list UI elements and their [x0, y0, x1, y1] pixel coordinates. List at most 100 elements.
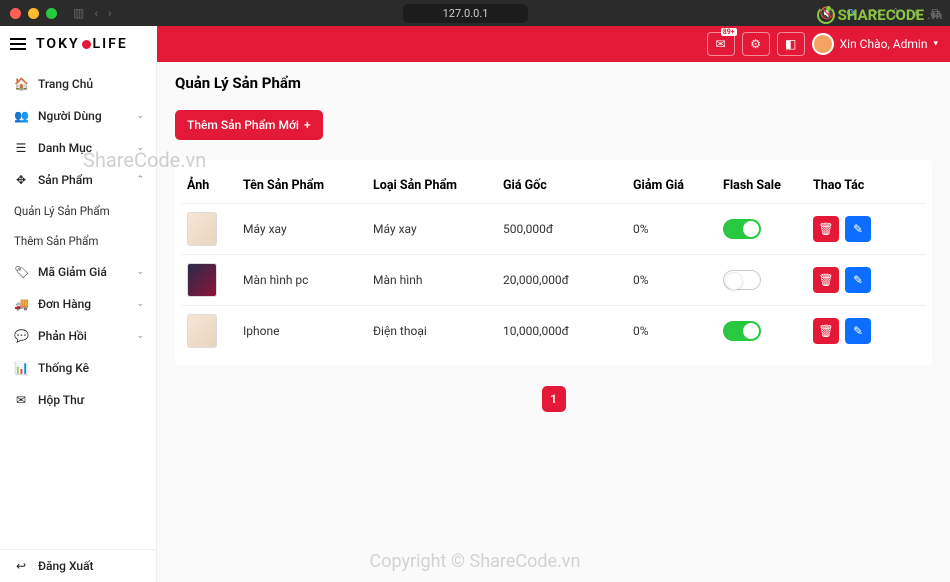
sidebar-item-label: Đơn Hàng — [38, 297, 91, 311]
sidebar-item-label: Hộp Thư — [38, 393, 84, 407]
trash-icon: 🗑 — [818, 324, 833, 338]
add-button-label: Thêm Sản Phẩm Mới — [187, 118, 299, 132]
cell-price: 500,000đ — [497, 204, 627, 255]
chevron-down-icon: ⌄ — [136, 267, 144, 277]
chevron-down-icon: ⌄ — [136, 331, 144, 341]
sidebar-toggle-icon[interactable]: ▥ — [73, 6, 84, 20]
sidebar-subitem-manage-products[interactable]: Quản Lý Sản Phẩm — [0, 196, 156, 226]
spinner-icon — [817, 6, 835, 24]
sidebar-item-home[interactable]: 🏠 Trang Chủ — [0, 68, 156, 100]
flash-sale-toggle[interactable] — [723, 321, 761, 341]
chat-icon: 💬 — [14, 329, 28, 343]
cell-category: Điện thoại — [367, 306, 497, 357]
chevron-down-icon: ⌄ — [136, 299, 144, 309]
truck-icon: 🚚 — [14, 297, 28, 311]
sidebar-item-label: Người Dùng — [38, 109, 102, 123]
back-icon[interactable]: ‹ — [94, 6, 98, 20]
sidebar-item-label: Đăng Xuất — [38, 559, 94, 573]
plus-icon: + — [304, 118, 311, 132]
pagination: 1 — [175, 386, 932, 412]
chevron-up-icon: ⌃ — [136, 175, 144, 185]
logo-dot-icon — [82, 40, 91, 49]
cell-discount: 0% — [627, 204, 717, 255]
col-flash: Flash Sale — [717, 170, 807, 204]
cell-category: Màn hình — [367, 255, 497, 306]
sidebar-item-discounts[interactable]: 🏷 Mã Giảm Giá ⌄ — [0, 256, 156, 288]
flash-sale-toggle[interactable] — [723, 270, 761, 290]
logout-icon: ↩ — [14, 559, 28, 573]
user-menu[interactable]: Xin Chào, Admin ▾ — [812, 33, 938, 55]
bookmark-icon: ◧ — [785, 37, 796, 51]
tag-icon: 🏷 — [14, 265, 28, 279]
user-greeting: Xin Chào, Admin — [840, 37, 928, 51]
edit-button[interactable]: ✎ — [845, 216, 871, 242]
sidebar-item-label: Trang Chủ — [38, 77, 93, 91]
table-row: Màn hình pc Màn hình 20,000,000đ 0% 🗑 ✎ — [181, 255, 926, 306]
sidebar-item-label: Thêm Sản Phẩm — [14, 234, 98, 248]
window-minimize-button[interactable] — [28, 8, 39, 19]
sidebar-subitem-add-product[interactable]: Thêm Sản Phẩm — [0, 226, 156, 256]
sidebar-item-label: Quản Lý Sản Phẩm — [14, 204, 110, 218]
table-row: Máy xay Máy xay 500,000đ 0% 🗑 ✎ — [181, 204, 926, 255]
watermark-mid: ShareCode.vn — [83, 148, 206, 172]
cell-category: Máy xay — [367, 204, 497, 255]
notifications-button[interactable]: ✉ 89+ — [707, 32, 735, 56]
sidebar-item-label: Thống Kê — [38, 361, 89, 375]
sidebar: 🏠 Trang Chủ 👥 Người Dùng ⌄ ☰ Danh Mục ⌄ … — [0, 62, 157, 582]
edit-button[interactable]: ✎ — [845, 318, 871, 344]
sidebar-item-feedback[interactable]: 💬 Phản Hồi ⌄ — [0, 320, 156, 352]
chevron-down-icon: ▾ — [933, 39, 938, 49]
col-image: Ảnh — [181, 170, 237, 204]
flash-sale-toggle[interactable] — [723, 219, 761, 239]
sidebar-item-label: Mã Giảm Giá — [38, 265, 107, 279]
sidebar-item-mailbox[interactable]: ✉ Hộp Thư — [0, 384, 156, 416]
forward-icon[interactable]: › — [108, 6, 112, 20]
settings-button[interactable]: ⚙ — [742, 32, 770, 56]
cell-name: Iphone — [237, 306, 367, 357]
edit-button[interactable]: ✎ — [845, 267, 871, 293]
delete-button[interactable]: 🗑 — [813, 216, 839, 242]
cell-discount: 0% — [627, 255, 717, 306]
add-product-button[interactable]: Thêm Sản Phẩm Mới + — [175, 110, 323, 140]
sidebar-item-orders[interactable]: 🚚 Đơn Hàng ⌄ — [0, 288, 156, 320]
avatar — [812, 33, 834, 55]
sidebar-item-stats[interactable]: 📊 Thống Kê — [0, 352, 156, 384]
delete-button[interactable]: 🗑 — [813, 267, 839, 293]
hamburger-icon[interactable] — [10, 38, 26, 50]
brand-logo[interactable]: TOKY LIFE — [36, 36, 128, 52]
col-name: Tên Sản Phẩm — [237, 170, 367, 204]
watermark-logo: SHARECODE.vn — [817, 6, 942, 24]
window-maximize-button[interactable] — [46, 8, 57, 19]
sidebar-item-users[interactable]: 👥 Người Dùng ⌄ — [0, 100, 156, 132]
window-close-button[interactable] — [10, 8, 21, 19]
watermark-bottom: Copyright © ShareCode.vn — [370, 551, 581, 572]
help-button[interactable]: ◧ — [777, 32, 805, 56]
window-controls — [10, 8, 57, 19]
cell-name: Máy xay — [237, 204, 367, 255]
trash-icon: 🗑 — [818, 273, 833, 287]
product-thumbnail — [187, 212, 217, 246]
delete-button[interactable]: 🗑 — [813, 318, 839, 344]
col-actions: Thao Tác — [807, 170, 926, 204]
cell-discount: 0% — [627, 306, 717, 357]
logo-text-2: LIFE — [93, 36, 128, 52]
home-icon: 🏠 — [14, 77, 28, 91]
products-table-wrap: Ảnh Tên Sản Phẩm Loại Sản Phẩm Giá Gốc G… — [175, 160, 932, 366]
notification-badge: 89+ — [721, 28, 737, 36]
watermark-logo-vn: .vn — [927, 9, 942, 22]
header-bar: ✉ 89+ ⚙ ◧ Xin Chào, Admin ▾ — [157, 26, 950, 62]
url-bar[interactable]: 127.0.0.1 — [403, 4, 529, 23]
edit-icon: ✎ — [853, 222, 863, 236]
logo-area: TOKY LIFE — [0, 26, 157, 62]
sidebar-item-logout[interactable]: ↩ Đăng Xuất — [0, 550, 156, 582]
stack-icon: ☰ — [14, 141, 28, 155]
browser-nav: ▥ ‹ › — [73, 6, 112, 20]
edit-icon: ✎ — [853, 324, 863, 338]
col-discount: Giảm Giá — [627, 170, 717, 204]
chart-icon: 📊 — [14, 361, 28, 375]
trash-icon: 🗑 — [818, 222, 833, 236]
page-button-1[interactable]: 1 — [542, 386, 566, 412]
cell-price: 20,000,000đ — [497, 255, 627, 306]
app-window: TOKY LIFE ✉ 89+ ⚙ ◧ Xin Chào, Admin ▾ — [0, 26, 950, 582]
logo-text-1: TOKY — [36, 36, 80, 52]
